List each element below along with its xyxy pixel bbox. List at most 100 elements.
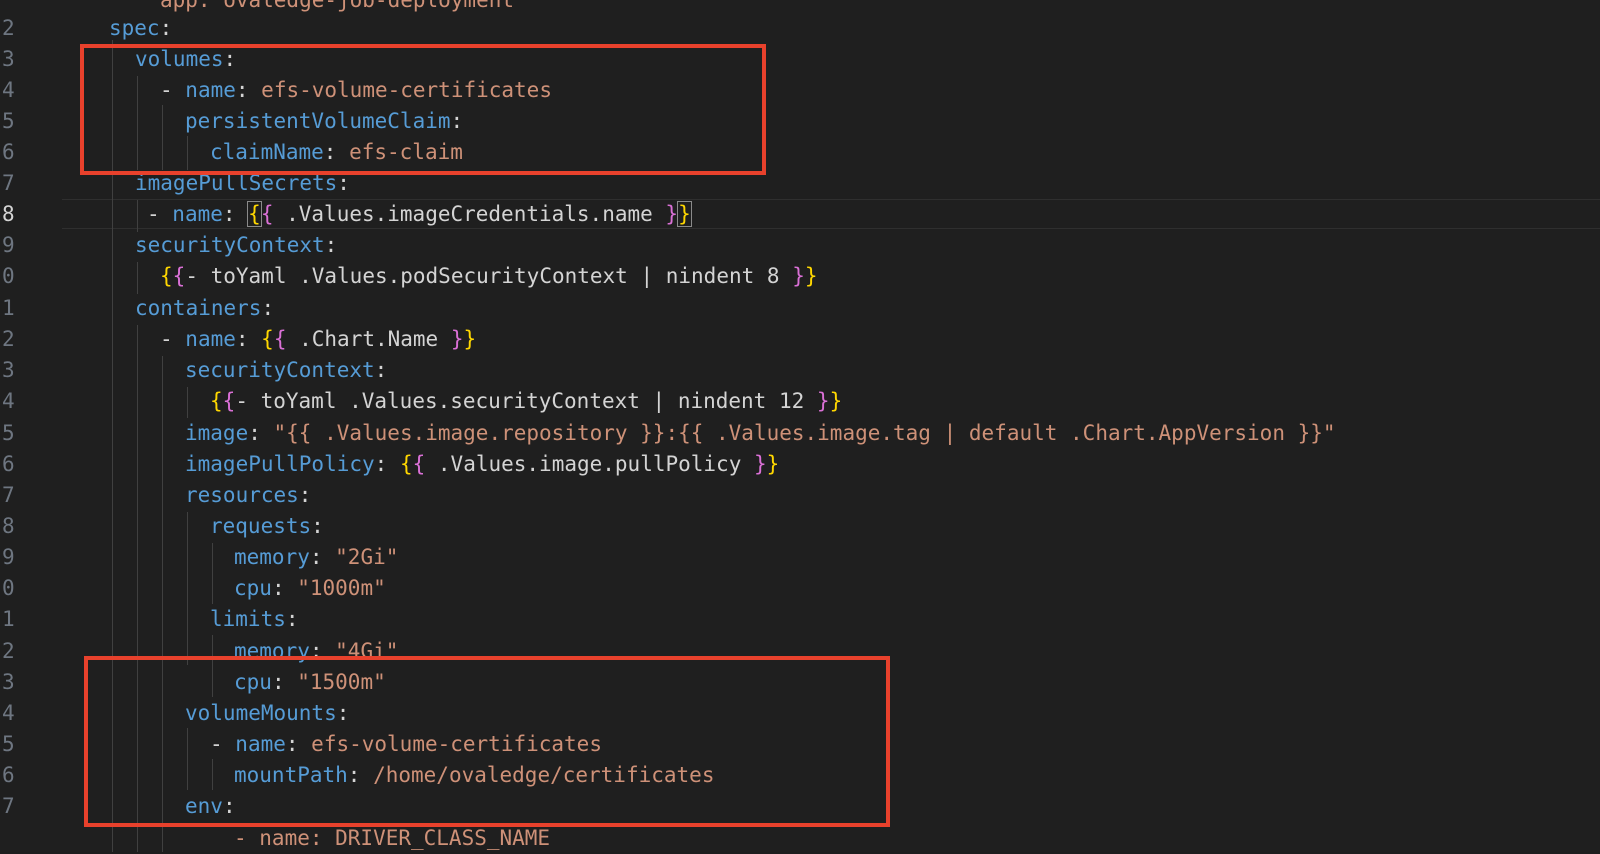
yaml-value: "{{ .Values.image.repository }}:{{ .Valu… (273, 421, 1336, 445)
code-text: limits: (210, 603, 299, 635)
yaml-key: memory (234, 545, 310, 569)
code-token: : (261, 296, 275, 320)
yaml-key: spec (109, 16, 160, 40)
code-token: : (324, 233, 338, 257)
yaml-key: securityContext (135, 233, 325, 257)
template-brace: } (463, 327, 477, 351)
code-line[interactable]: 4 {{- toYaml .Values.securityContext | ni… (0, 385, 1600, 417)
code-token: : (374, 358, 388, 382)
yaml-key: resources (185, 483, 299, 507)
template-brace: } (450, 327, 464, 351)
code-token: : (222, 202, 249, 226)
line-number: 0 (2, 264, 15, 288)
line-number: 4 (2, 78, 15, 102)
line-number: 8 (2, 514, 15, 538)
annotation-highlight-box (80, 44, 766, 175)
template-brace: { (247, 201, 262, 227)
yaml-key: image (185, 421, 249, 445)
code-text: containers: (135, 292, 274, 324)
code-line[interactable]: 1 containers: (0, 292, 1600, 324)
code-line[interactable]: 0 cpu: "1000m" (0, 572, 1600, 604)
template-brace: } (766, 452, 780, 476)
code-token: .Values.image.pullPolicy (425, 452, 754, 476)
line-number: 7 (2, 483, 15, 507)
code-text: image: "{{ .Values.image.repository }}:{… (185, 417, 1336, 449)
line-number: 1 (2, 607, 15, 631)
template-brace: } (754, 452, 767, 476)
yaml-key: name (172, 202, 223, 226)
line-number: 8 (2, 202, 15, 226)
code-text: securityContext: (185, 354, 387, 386)
code-line[interactable]: 8 requests: (0, 510, 1600, 542)
line-number: 3 (2, 670, 15, 694)
line-number: 4 (2, 701, 15, 725)
code-line[interactable]: 3 securityContext: (0, 354, 1600, 386)
line-number: 4 (2, 389, 15, 413)
yaml-value: "2Gi" (335, 545, 399, 569)
code-text: - name: {{ .Chart.Name }} (160, 323, 476, 355)
code-text: memory: "2Gi" (234, 541, 398, 573)
code-token: : (248, 421, 274, 445)
code-line[interactable]: 1 limits: (0, 603, 1600, 635)
indent-guide (137, 200, 138, 232)
line-number: 2 (2, 327, 15, 351)
template-brace: { (222, 389, 236, 413)
code-text: spec: (109, 12, 172, 44)
line-number: 3 (2, 358, 15, 382)
yaml-value: - name: DRIVER_CLASS_NAME (234, 826, 551, 850)
template-brace: } (677, 201, 692, 227)
line-number: 6 (2, 763, 15, 787)
line-number: 5 (2, 732, 15, 756)
line-number: 1 (2, 296, 15, 320)
code-token: .Values.imageCredentials.name (273, 202, 666, 226)
template-brace: } (816, 389, 830, 413)
code-line[interactable]: 8 - name: {{ .Values.imageCredentials.nam… (0, 198, 1600, 230)
code-token: .Chart.Name (286, 327, 451, 351)
template-brace: { (261, 327, 274, 351)
yaml-key: name (185, 327, 236, 351)
code-token: - (160, 327, 186, 351)
code-token: : (298, 483, 312, 507)
code-token: - (147, 202, 173, 226)
indent-guide (187, 512, 188, 665)
yaml-key: cpu (234, 576, 272, 600)
code-token: : (374, 452, 400, 476)
code-line[interactable]: 9 memory: "2Gi" (0, 541, 1600, 573)
indent-guide (212, 543, 213, 604)
line-number: 6 (2, 140, 15, 164)
yaml-key: securityContext (185, 358, 375, 382)
code-line[interactable]: 7 resources: (0, 479, 1600, 511)
yaml-key: containers (135, 296, 262, 320)
line-number: 5 (2, 109, 15, 133)
code-token: : (311, 514, 324, 538)
code-line[interactable]: 9 securityContext: (0, 229, 1600, 261)
line-number: 3 (2, 47, 15, 71)
code-token: - toYaml .Values.podSecurityContext | ni… (185, 264, 793, 288)
line-number: 9 (2, 545, 15, 569)
code-token: : (271, 576, 298, 600)
template-brace: } (792, 264, 805, 288)
indent-guide (137, 262, 138, 294)
yaml-value: "1000m" (297, 576, 386, 600)
line-number: 9 (2, 233, 15, 257)
yaml-key: requests (210, 514, 312, 538)
code-line[interactable]: 0 {{- toYaml .Values.podSecurityContext |… (0, 260, 1600, 292)
template-brace: { (210, 389, 223, 413)
line-number: 6 (2, 452, 15, 476)
code-line[interactable]: 2 spec: (0, 12, 1600, 44)
template-brace: { (399, 452, 413, 476)
code-token: : (309, 545, 336, 569)
template-brace: { (412, 452, 426, 476)
code-line[interactable]: 6 imagePullPolicy: {{ .Values.image.pullP… (0, 448, 1600, 480)
code-line[interactable]: 5 image: "{{ .Values.image.repository }}:… (0, 417, 1600, 449)
code-editor[interactable]: app: ovaledge-job-deployment 2 spec: 3 volum… (0, 0, 1600, 852)
code-text: cpu: "1000m" (234, 572, 386, 604)
code-text: {{- toYaml .Values.podSecurityContext | … (160, 260, 818, 292)
code-text: requests: (210, 510, 324, 542)
code-text: securityContext: (135, 229, 337, 261)
code-line[interactable]: 2 - name: {{ .Chart.Name }} (0, 323, 1600, 355)
line-number (0, 822, 22, 854)
line-number: 7 (2, 794, 15, 818)
yaml-key: limits (210, 607, 286, 631)
yaml-value: app: ovaledge-job-deployment (160, 0, 515, 12)
